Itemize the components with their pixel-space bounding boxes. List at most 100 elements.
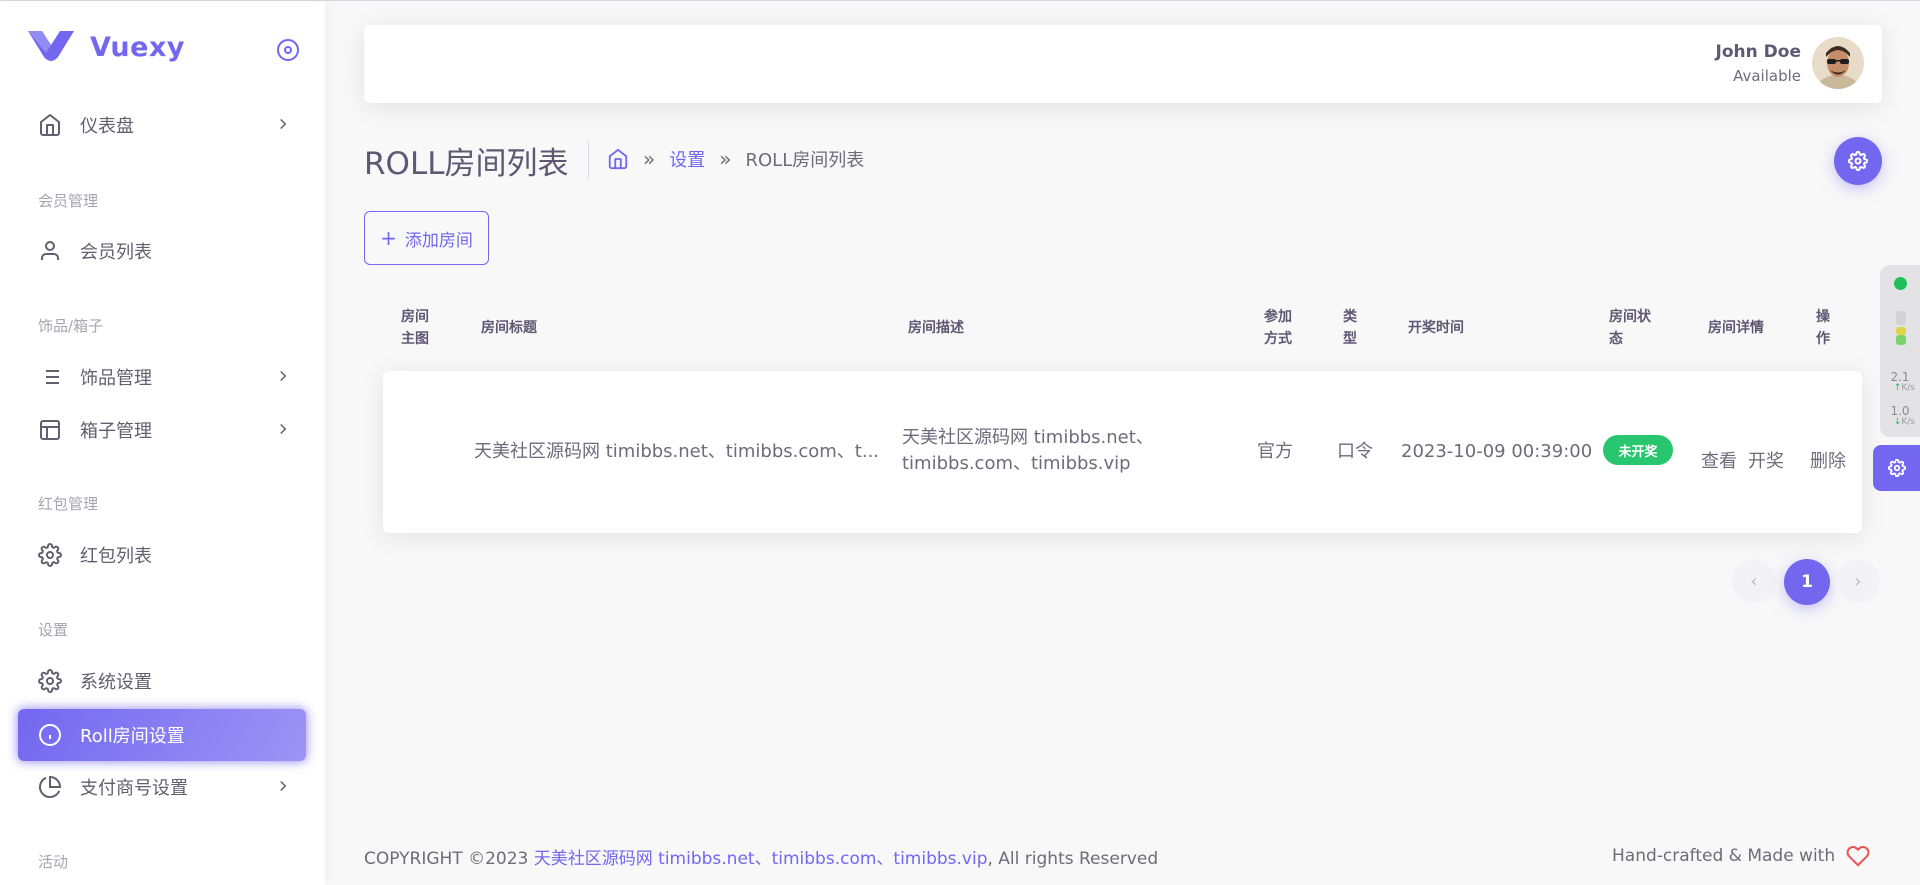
- plus-icon: +: [380, 226, 397, 250]
- th-type: 类 型: [1343, 306, 1357, 350]
- add-room-button-label: 添加房间: [404, 230, 473, 251]
- sidebar-item-label: 箱子管理: [80, 421, 152, 442]
- th-join-method: 参加 方式: [1264, 306, 1292, 350]
- pie-chart-icon: [39, 775, 62, 798]
- nav-header-redpacket: 红包管理: [38, 495, 99, 513]
- cell-desc-line: timibbs.com、timibbs.vip: [902, 453, 1131, 474]
- cell-draw-time: 2023-10-09 00:39:00: [1401, 441, 1593, 462]
- sidebar-item-system-settings[interactable]: 系统设置: [18, 655, 306, 707]
- disc-toggle-icon[interactable]: [276, 38, 300, 62]
- chevron-right-icon: [280, 423, 287, 435]
- sidebar-item-roll-room-settings[interactable]: Roll房间设置: [18, 709, 306, 761]
- info-icon: [39, 724, 61, 746]
- th-draw-time: 开奖时间: [1408, 320, 1464, 336]
- page-title: ROLL房间列表: [364, 146, 569, 182]
- draw-link[interactable]: 开奖: [1748, 447, 1784, 473]
- chevron-right-icon: [280, 118, 287, 130]
- sidebar-item-redpacket-list[interactable]: 红包列表: [18, 529, 306, 581]
- status-dot-icon: [1894, 277, 1907, 290]
- th-line: 房间: [401, 309, 429, 325]
- th-line: 型: [1343, 331, 1357, 347]
- layout-icon: [40, 420, 60, 440]
- add-room-button[interactable]: + 添加房间: [364, 211, 489, 265]
- cell-room-title: 天美社区源码网 timibbs.net、timibbs.com、t...: [474, 441, 880, 462]
- th-room-detail: 房间详情: [1708, 320, 1764, 336]
- cell-desc-line: 天美社区源码网 timibbs.net、: [902, 427, 1154, 448]
- gear-icon: [38, 669, 62, 693]
- view-link[interactable]: 查看: [1701, 447, 1737, 473]
- heart-icon: [1846, 846, 1870, 867]
- gear-icon: [38, 543, 62, 567]
- home-icon[interactable]: [607, 148, 629, 170]
- settings-dropdown-button[interactable]: [1834, 137, 1882, 185]
- th-line: 房间状: [1609, 309, 1651, 325]
- user-icon: [41, 241, 59, 260]
- gear-icon: [1887, 459, 1906, 477]
- th-line: 方式: [1264, 331, 1292, 347]
- delete-link[interactable]: 删除: [1810, 447, 1846, 473]
- sidebar: Vuexy 仪表盘 会员管理 会员列表 饰品/箱子 饰品管理 箱子管理 红包管理…: [0, 1, 325, 885]
- th-operations: 操 作: [1816, 306, 1830, 350]
- brand-name: Vuexy: [90, 31, 185, 63]
- th-room-status: 房间状 态: [1609, 306, 1651, 350]
- pagination-next-button[interactable]: ›: [1836, 559, 1880, 603]
- customizer-toggle-button[interactable]: [1873, 445, 1920, 491]
- upload-speed: 2.1: [1890, 370, 1910, 384]
- brand[interactable]: Vuexy: [28, 31, 185, 63]
- nav-header-items: 饰品/箱子: [38, 317, 104, 335]
- sidebar-item-member-list[interactable]: 会员列表: [18, 225, 306, 277]
- nav-header-settings: 设置: [38, 621, 69, 639]
- avatar[interactable]: [1812, 37, 1864, 89]
- th-line: 操: [1816, 309, 1830, 325]
- cell-room-desc: 天美社区源码网 timibbs.net、 timibbs.com、timibbs…: [902, 425, 1154, 477]
- th-line: 作: [1816, 331, 1830, 347]
- copyright-prefix: COPYRIGHT ©2023: [364, 849, 534, 869]
- list-icon: [41, 370, 59, 384]
- th-line: 态: [1609, 331, 1623, 347]
- chevron-right-icon: [280, 370, 287, 382]
- upload-unit: ↑K/s: [1882, 383, 1918, 393]
- th-line: 参加: [1264, 309, 1292, 325]
- pagination-prev-button[interactable]: ‹: [1732, 559, 1776, 603]
- breadcrumb: » 设置 » ROLL房间列表: [607, 146, 864, 172]
- breadcrumb-settings-link[interactable]: 设置: [669, 146, 705, 172]
- sidebar-item-item-management[interactable]: 饰品管理: [18, 351, 306, 403]
- th-room-desc: 房间描述: [908, 320, 964, 336]
- sidebar-item-label: 支付商号设置: [80, 778, 188, 799]
- nav-header-activities: 活动: [38, 853, 69, 871]
- sidebar-item-label: 红包列表: [80, 546, 152, 567]
- breadcrumb-separator: »: [643, 147, 656, 171]
- user-status: Available: [1733, 67, 1801, 85]
- footer-made-with: Hand-crafted & Made with: [1612, 844, 1871, 868]
- th-line: 类: [1343, 309, 1357, 325]
- sidebar-item-label: 饰品管理: [80, 368, 152, 389]
- meter-bar: [1896, 335, 1906, 345]
- th-room-title: 房间标题: [481, 320, 537, 336]
- sidebar-item-label: Roll房间设置: [80, 726, 185, 747]
- sidebar-item-label: 会员列表: [80, 242, 152, 263]
- meter-bar: [1896, 311, 1906, 325]
- breadcrumb-separator: »: [719, 147, 732, 171]
- copyright-suffix: , All rights Reserved: [987, 849, 1159, 869]
- status-badge: 未开奖: [1603, 435, 1673, 465]
- sidebar-item-label: 系统设置: [80, 672, 152, 693]
- user-name[interactable]: John Doe: [1716, 42, 1801, 62]
- avatar-image-icon: [1812, 37, 1864, 89]
- speed-unit: K/s: [1901, 417, 1915, 427]
- made-with-text: Hand-crafted & Made with: [1612, 846, 1836, 866]
- nav-header-members: 会员管理: [38, 192, 99, 210]
- copyright-link[interactable]: 天美社区源码网 timibbs.net、timibbs.com、timibbs.…: [534, 849, 988, 869]
- sidebar-item-payment-merchant-settings[interactable]: 支付商号设置: [18, 761, 306, 813]
- sidebar-item-label: 仪表盘: [80, 116, 134, 137]
- home-icon: [40, 114, 60, 136]
- breadcrumb-current: ROLL房间列表: [745, 150, 865, 171]
- meter-bar: [1896, 327, 1906, 335]
- pagination-page-button[interactable]: 1: [1784, 559, 1830, 605]
- speed-unit: K/s: [1901, 383, 1915, 393]
- sidebar-item-box-management[interactable]: 箱子管理: [18, 404, 306, 456]
- chevron-right-icon: [280, 780, 287, 792]
- th-line: 主图: [401, 331, 429, 347]
- download-speed: 1.0: [1890, 404, 1910, 418]
- network-speed-widget[interactable]: 2.1 ↑K/s 1.0 ↓K/s: [1880, 265, 1920, 437]
- sidebar-item-dashboard[interactable]: 仪表盘: [18, 99, 306, 151]
